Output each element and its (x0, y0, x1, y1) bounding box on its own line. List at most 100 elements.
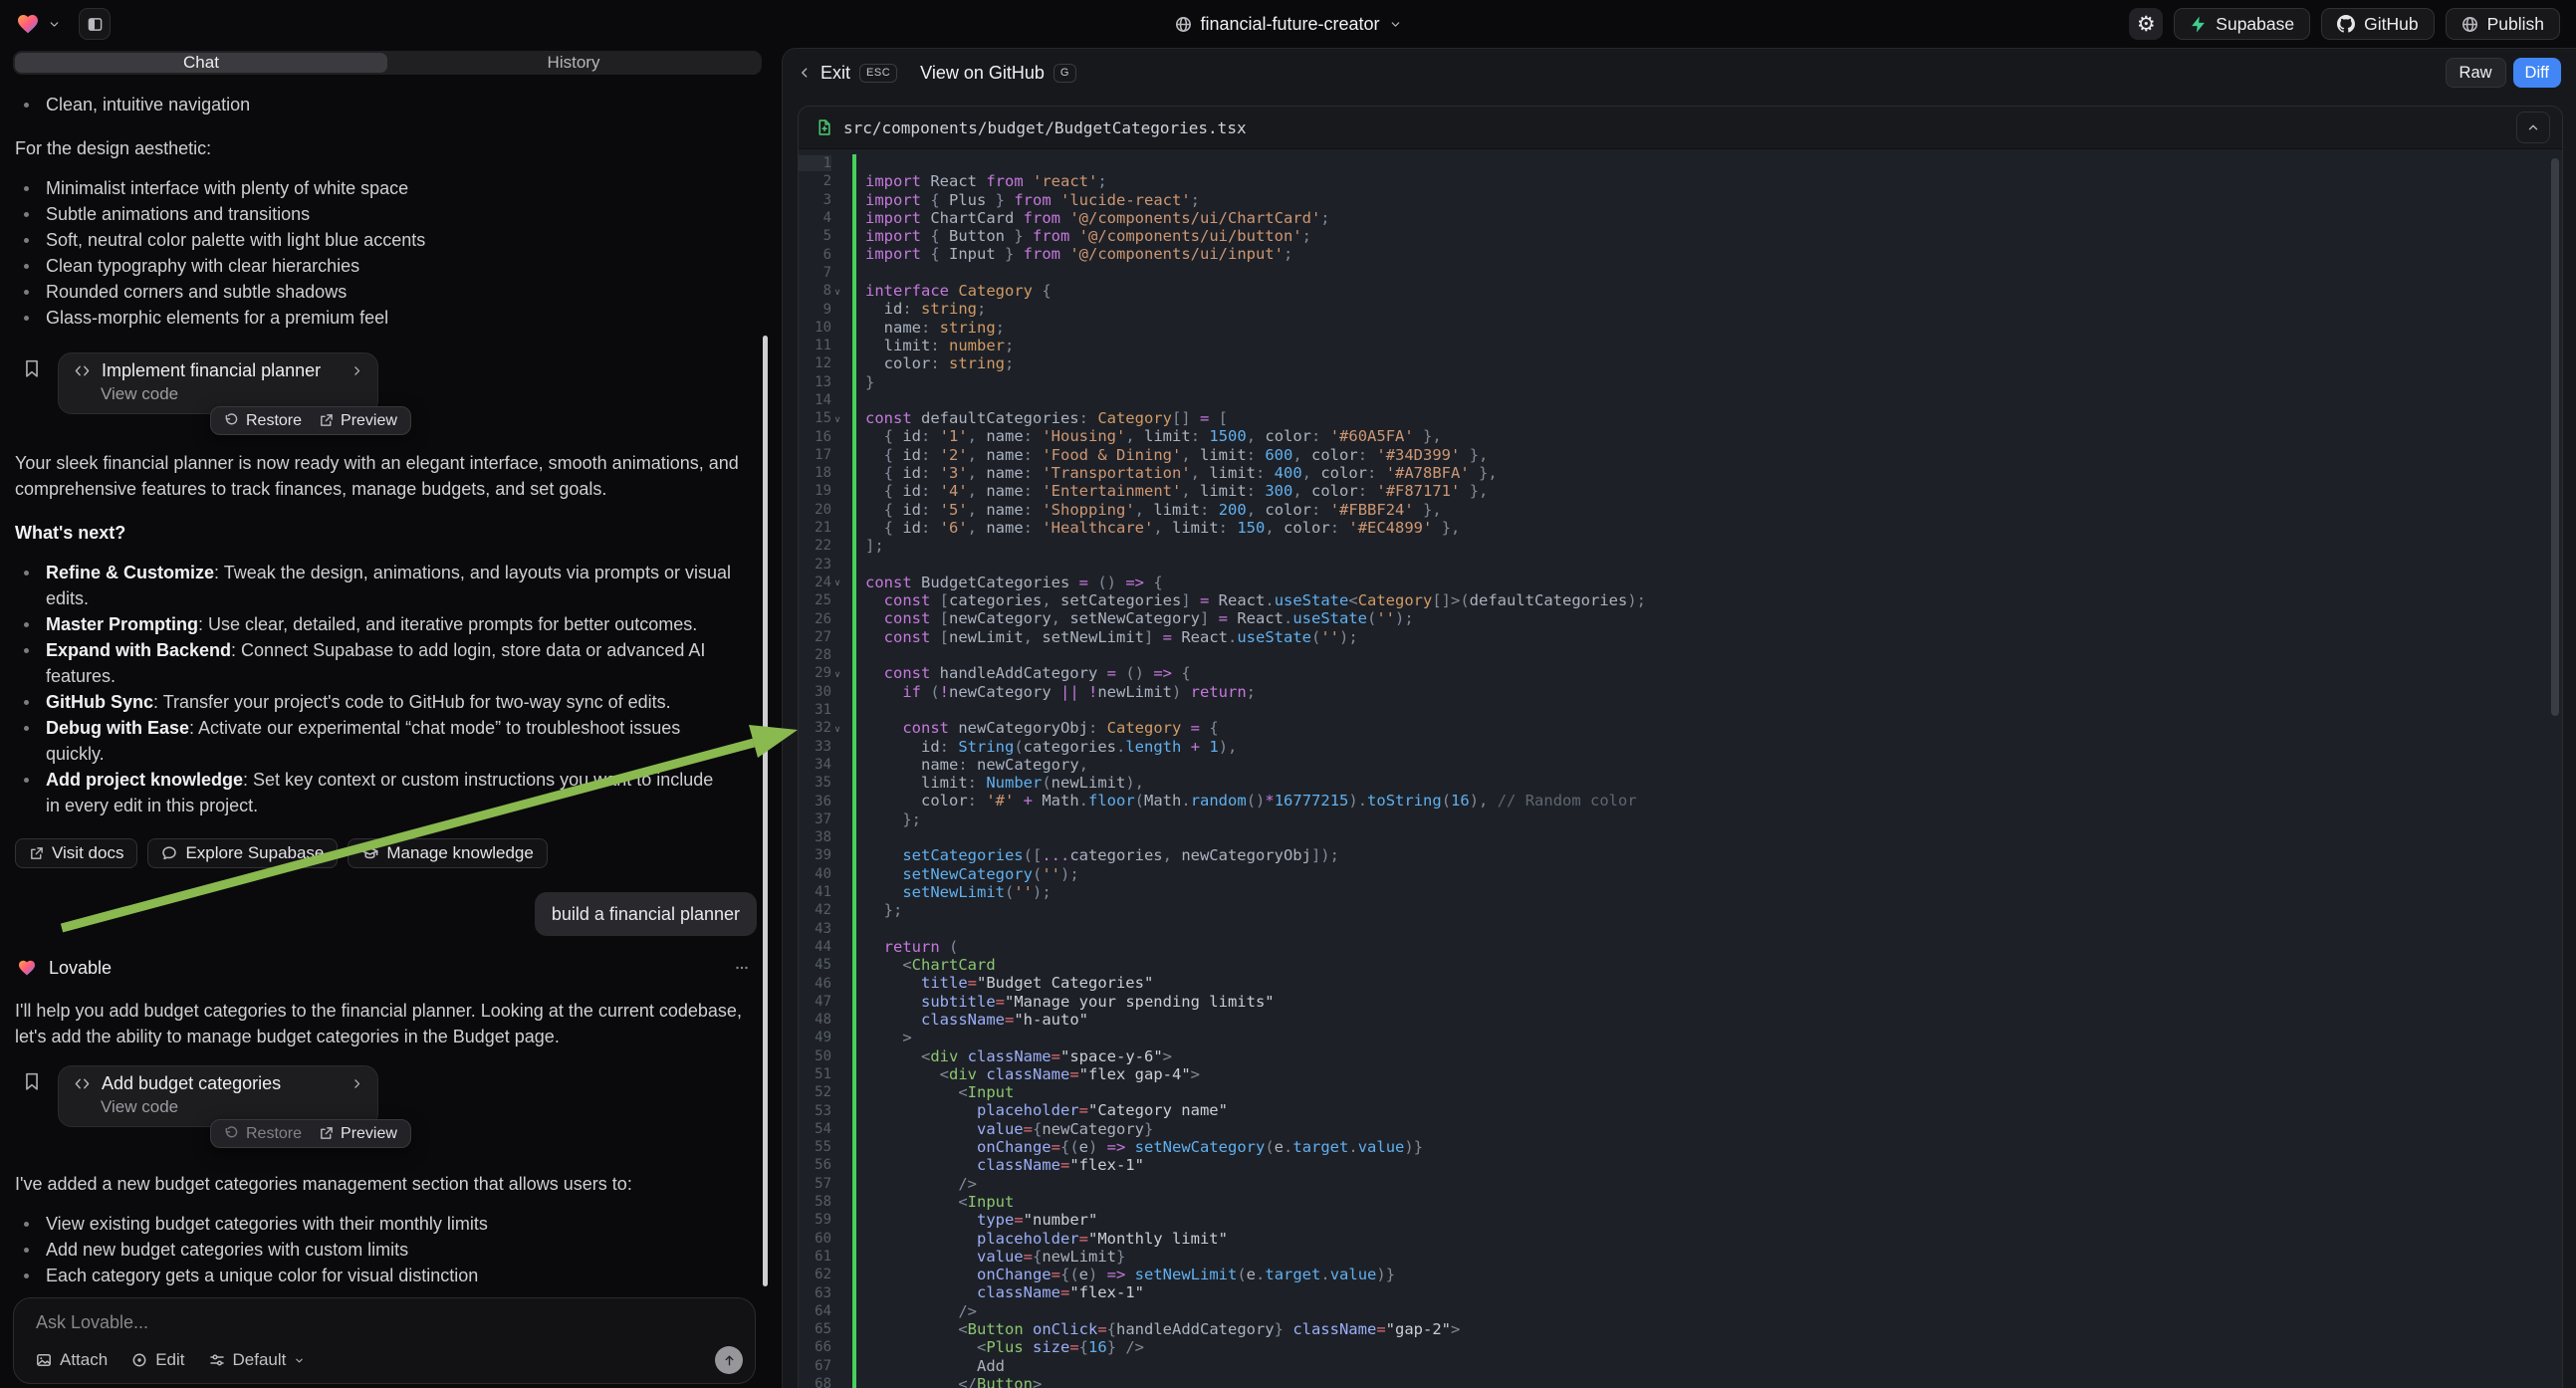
bookmark-icon[interactable] (23, 1071, 41, 1091)
action-button-visit-docs[interactable]: Visit docs (15, 838, 137, 868)
chevron-down-icon[interactable] (48, 18, 61, 31)
fold-marker[interactable]: ∨ (831, 413, 843, 424)
fold-marker (831, 564, 843, 566)
view-code-link[interactable]: View code (101, 384, 363, 404)
line-number: 68 (799, 1376, 831, 1388)
version-card[interactable]: Implement financial planner View code (58, 352, 378, 414)
line-number: 21 (799, 520, 831, 536)
code-file-header[interactable]: src/components/budget/BudgetCategories.t… (799, 107, 2562, 149)
send-button[interactable] (715, 1346, 743, 1374)
publish-button[interactable]: Publish (2446, 8, 2560, 40)
list-item-text: Glass-morphic elements for a premium fee… (46, 308, 388, 328)
message-menu-icon[interactable] (733, 960, 751, 976)
bullet-list: Minimalist interface with plenty of whit… (15, 175, 757, 331)
chat-heading: What's next? (15, 520, 742, 546)
code-line: 31 (799, 701, 2562, 719)
diff-toggle-button[interactable]: Diff (2513, 58, 2561, 88)
fold-marker[interactable]: ∨ (831, 286, 843, 297)
supabase-button[interactable]: Supabase (2174, 8, 2310, 40)
restore-icon (224, 1126, 239, 1141)
list-item-text: Subtle animations and transitions (46, 204, 310, 224)
project-switcher[interactable]: financial-future-creator (1174, 0, 1401, 48)
collapse-file-button[interactable] (2516, 112, 2550, 143)
code-text: placeholder="Monthly limit" (856, 1230, 1228, 1248)
line-number: 59 (799, 1212, 831, 1228)
view-code-link[interactable]: View code (101, 1097, 363, 1117)
code-text: id: String(categories.length + 1), (856, 738, 1237, 756)
composer[interactable]: Ask Lovable... Attach Edit Default (13, 1297, 756, 1384)
code-line: 3import { Plus } from 'lucide-react'; (799, 191, 2562, 209)
fold-marker[interactable]: ∨ (831, 577, 843, 587)
code-scrollbar[interactable] (2551, 158, 2559, 716)
fold-marker (831, 217, 843, 219)
sidebar-toggle-button[interactable] (79, 8, 111, 40)
code-text: { id: '3', name: 'Transportation', limit… (856, 464, 1498, 482)
preview-button[interactable]: Preview (319, 1125, 397, 1143)
action-button-explore-supabase[interactable]: Explore Supabase (147, 838, 338, 868)
line-number: 67 (799, 1358, 831, 1374)
fold-marker (831, 1365, 843, 1367)
raw-toggle-button[interactable]: Raw (2446, 58, 2506, 88)
attach-button[interactable]: Attach (36, 1350, 108, 1370)
chat-scrollbar[interactable] (763, 336, 768, 1286)
fold-marker[interactable]: ∨ (831, 723, 843, 734)
fold-marker (831, 1346, 843, 1348)
version-card[interactable]: Add budget categories View code (58, 1065, 378, 1127)
code-line: 14 (799, 391, 2562, 409)
tab-history[interactable]: History (387, 53, 760, 73)
model-select[interactable]: Default (209, 1350, 306, 1370)
version-toolbar: Restore Preview (210, 406, 411, 435)
chevron-left-icon (798, 66, 812, 80)
code-editor[interactable]: 12import React from 'react';3import { Pl… (799, 149, 2562, 1388)
esc-shortcut-badge: ESC (859, 64, 897, 83)
line-number: 54 (799, 1121, 831, 1137)
restore-button[interactable]: Restore (224, 1125, 302, 1143)
list-item: Minimalist interface with plenty of whit… (15, 175, 732, 201)
version-card-title: Implement financial planner (102, 360, 341, 381)
line-number: 10 (799, 320, 831, 336)
action-button-label: Visit docs (52, 843, 123, 863)
action-button-manage-knowledge[interactable]: Manage knowledge (348, 838, 547, 868)
code-text: import { Input } from '@/components/ui/i… (856, 245, 1292, 263)
lovable-logo-icon[interactable] (16, 12, 40, 36)
list-item-lead: Add project knowledge (46, 770, 243, 790)
fold-marker[interactable]: ∨ (831, 668, 843, 679)
code-icon (73, 363, 92, 378)
code-text: return ( (856, 938, 958, 956)
line-number: 63 (799, 1285, 831, 1301)
fold-marker (831, 599, 843, 601)
edit-button[interactable]: Edit (131, 1350, 184, 1370)
code-text: limit: number; (856, 337, 1014, 354)
top-bar: financial-future-creator ⚙ Supabase GitH… (0, 0, 2576, 48)
line-number: 14 (799, 392, 831, 408)
bullet-dot-icon (24, 264, 29, 269)
line-number: 33 (799, 739, 831, 755)
settings-button[interactable]: ⚙ (2129, 8, 2163, 40)
restore-button[interactable]: Restore (224, 412, 302, 430)
version-card-header: Add budget categories (73, 1073, 363, 1094)
view-on-github-button[interactable]: View on GitHub G (920, 63, 1076, 84)
list-item-lead: Master Prompting (46, 614, 198, 634)
bullet-dot-icon (24, 778, 29, 783)
github-button[interactable]: GitHub (2321, 8, 2434, 40)
composer-placeholder[interactable]: Ask Lovable... (36, 1312, 741, 1333)
fold-marker (831, 199, 843, 201)
line-number: 20 (799, 502, 831, 518)
code-line: 45 <ChartCard (799, 956, 2562, 974)
bookmark-icon[interactable] (23, 358, 41, 378)
line-number: 3 (799, 192, 831, 208)
chat-history-tabs: Chat History (13, 51, 762, 75)
list-item: Refine & Customize: Tweak the design, an… (15, 560, 732, 611)
code-line: 47 subtitle="Manage your spending limits… (799, 993, 2562, 1011)
line-number: 28 (799, 647, 831, 663)
code-line: 64 /> (799, 1302, 2562, 1320)
preview-label: Preview (341, 412, 397, 430)
exit-button[interactable]: Exit ESC (798, 63, 897, 84)
line-number: 51 (799, 1066, 831, 1082)
fold-marker (831, 399, 843, 401)
preview-button[interactable]: Preview (319, 412, 397, 430)
code-text: type="number" (856, 1211, 1097, 1229)
fold-marker (831, 909, 843, 911)
code-line: 38 (799, 828, 2562, 846)
tab-chat[interactable]: Chat (15, 53, 387, 73)
